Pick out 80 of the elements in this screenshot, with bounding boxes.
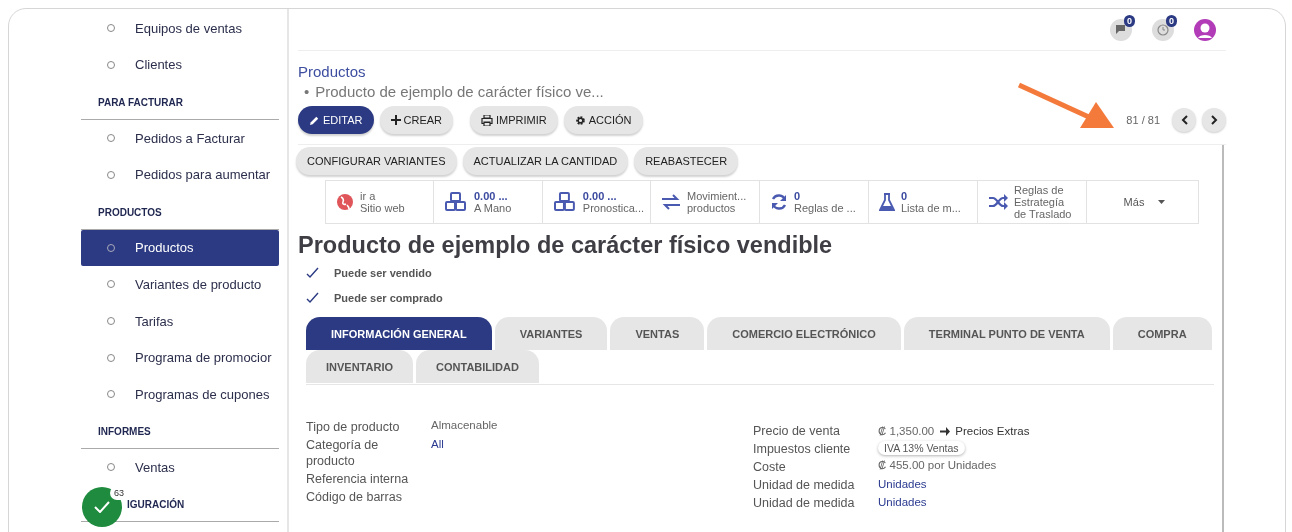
sidebar-item[interactable]: Tarifas (81, 302, 279, 340)
cubes-icon (553, 192, 577, 212)
printer-icon (481, 114, 494, 126)
chat-icon (1114, 24, 1128, 35)
avatar-icon[interactable] (1194, 18, 1216, 41)
field-label: Precio de venta (753, 423, 841, 439)
settings-icon (574, 114, 586, 126)
field-label: Unidad de medida (753, 495, 856, 511)
tab[interactable]: CONTABILIDAD (416, 350, 539, 383)
tab[interactable]: COMERCIO ELECTRÓNICO (707, 317, 901, 350)
sidebar-item[interactable]: Programas de cupones (81, 375, 279, 413)
extra-prices-link[interactable]: Precios Extras (940, 425, 1030, 437)
tab[interactable]: INFORMACIÓN GENERAL (306, 317, 492, 350)
chevron-right-icon (1210, 115, 1218, 125)
sidebar-item[interactable]: Pedidos a Facturar (81, 119, 279, 157)
sidebar-item[interactable]: Productos (81, 229, 279, 267)
next-button[interactable] (1202, 108, 1226, 132)
pager-counter: 81 / 81 (1126, 114, 1160, 126)
arrow-right-icon (940, 426, 951, 436)
plus-icon (390, 115, 401, 125)
shuffle-icon (988, 194, 1008, 210)
field-value: ₡ 455.00 por Unidades (878, 459, 998, 473)
checkmark-icon[interactable] (306, 267, 319, 278)
tax-tag: IVA 13% Ventas (878, 441, 965, 455)
caret-icon (1158, 200, 1166, 204)
field-label: Código de barras (306, 489, 403, 505)
activities-button[interactable]: 0 (1152, 18, 1174, 41)
sidebar-heading: PRODUCTOS (98, 206, 162, 218)
sidebar-heading: PARA FACTURAR (98, 96, 183, 108)
field-label: Referencia interna (306, 471, 410, 487)
tab[interactable]: INVENTARIO (306, 350, 414, 383)
sidebar-heading: INFORMES (98, 426, 151, 438)
field-value: ₡ 1,350.00 (878, 425, 935, 437)
breadcrumb-link[interactable]: Productos (298, 63, 366, 80)
field-label: Unidad de medida (753, 477, 856, 493)
action-button[interactable]: CREAR (379, 106, 454, 134)
field-label: Categoría de producto (306, 437, 380, 469)
sidebar-item[interactable]: Programa de promocior (81, 339, 279, 376)
sidebar-item[interactable]: Equipos de ventas (81, 10, 279, 47)
tab[interactable]: TERMINAL PUNTO DE VENTA (903, 317, 1110, 350)
action-button[interactable]: ACCIÓN (563, 106, 643, 134)
sidebar-item[interactable]: Ventas (81, 449, 279, 486)
messages-button[interactable]: 0 (1110, 18, 1132, 41)
product-title: Producto de ejemplo de carácter físico vendible (298, 231, 834, 260)
field-link[interactable]: Unidades (878, 478, 927, 490)
exchange-icon (661, 194, 681, 210)
field-value: Almacenable (431, 419, 499, 433)
chevron-left-icon (1180, 115, 1188, 125)
notification-count: 0 (1124, 14, 1135, 27)
globe-icon (336, 193, 354, 211)
header-button[interactable]: CONFIGURAR VARIANTES (296, 147, 457, 175)
tab[interactable]: COMPRA (1112, 317, 1212, 350)
field-label: Impuestos cliente (753, 441, 852, 457)
sidebar-item[interactable]: Variantes de producto (81, 266, 279, 303)
sidebar-heading: IGURACIÓN (127, 499, 185, 511)
sidebar-item[interactable]: Pedidos para aumentar (81, 156, 279, 193)
flask-icon (879, 193, 895, 211)
pencil-icon (309, 114, 320, 126)
clock-icon (1157, 23, 1169, 36)
checkmark-icon (94, 501, 110, 513)
refresh-icon (770, 193, 788, 211)
action-button[interactable]: IMPRIMIR (470, 106, 558, 134)
previous-button[interactable] (1172, 108, 1196, 132)
tab[interactable]: VENTAS (610, 317, 705, 350)
breadcrumb-separator: • (304, 83, 310, 100)
field-link[interactable]: Unidades (878, 496, 927, 508)
breadcrumb-current: Producto de ejemplo de carácter físico ve... (315, 83, 604, 100)
header-button[interactable]: ACTUALIZAR LA CANTIDAD (462, 147, 629, 175)
field-label: Coste (753, 459, 787, 475)
option-label: Puede ser vendido (334, 266, 432, 279)
sidebar-item[interactable]: Clientes (81, 46, 279, 84)
header-button[interactable]: REABASTECER (634, 147, 739, 175)
field-link[interactable]: All (431, 438, 444, 450)
notification-count: 0 (1166, 14, 1177, 27)
option-label: Puede ser comprado (334, 291, 443, 304)
checkmark-icon[interactable] (306, 292, 319, 303)
action-button[interactable]: EDITAR (298, 106, 374, 134)
cubes-icon (444, 192, 468, 212)
field-label: Tipo de producto (306, 419, 401, 435)
tab[interactable]: VARIANTES (494, 317, 608, 350)
